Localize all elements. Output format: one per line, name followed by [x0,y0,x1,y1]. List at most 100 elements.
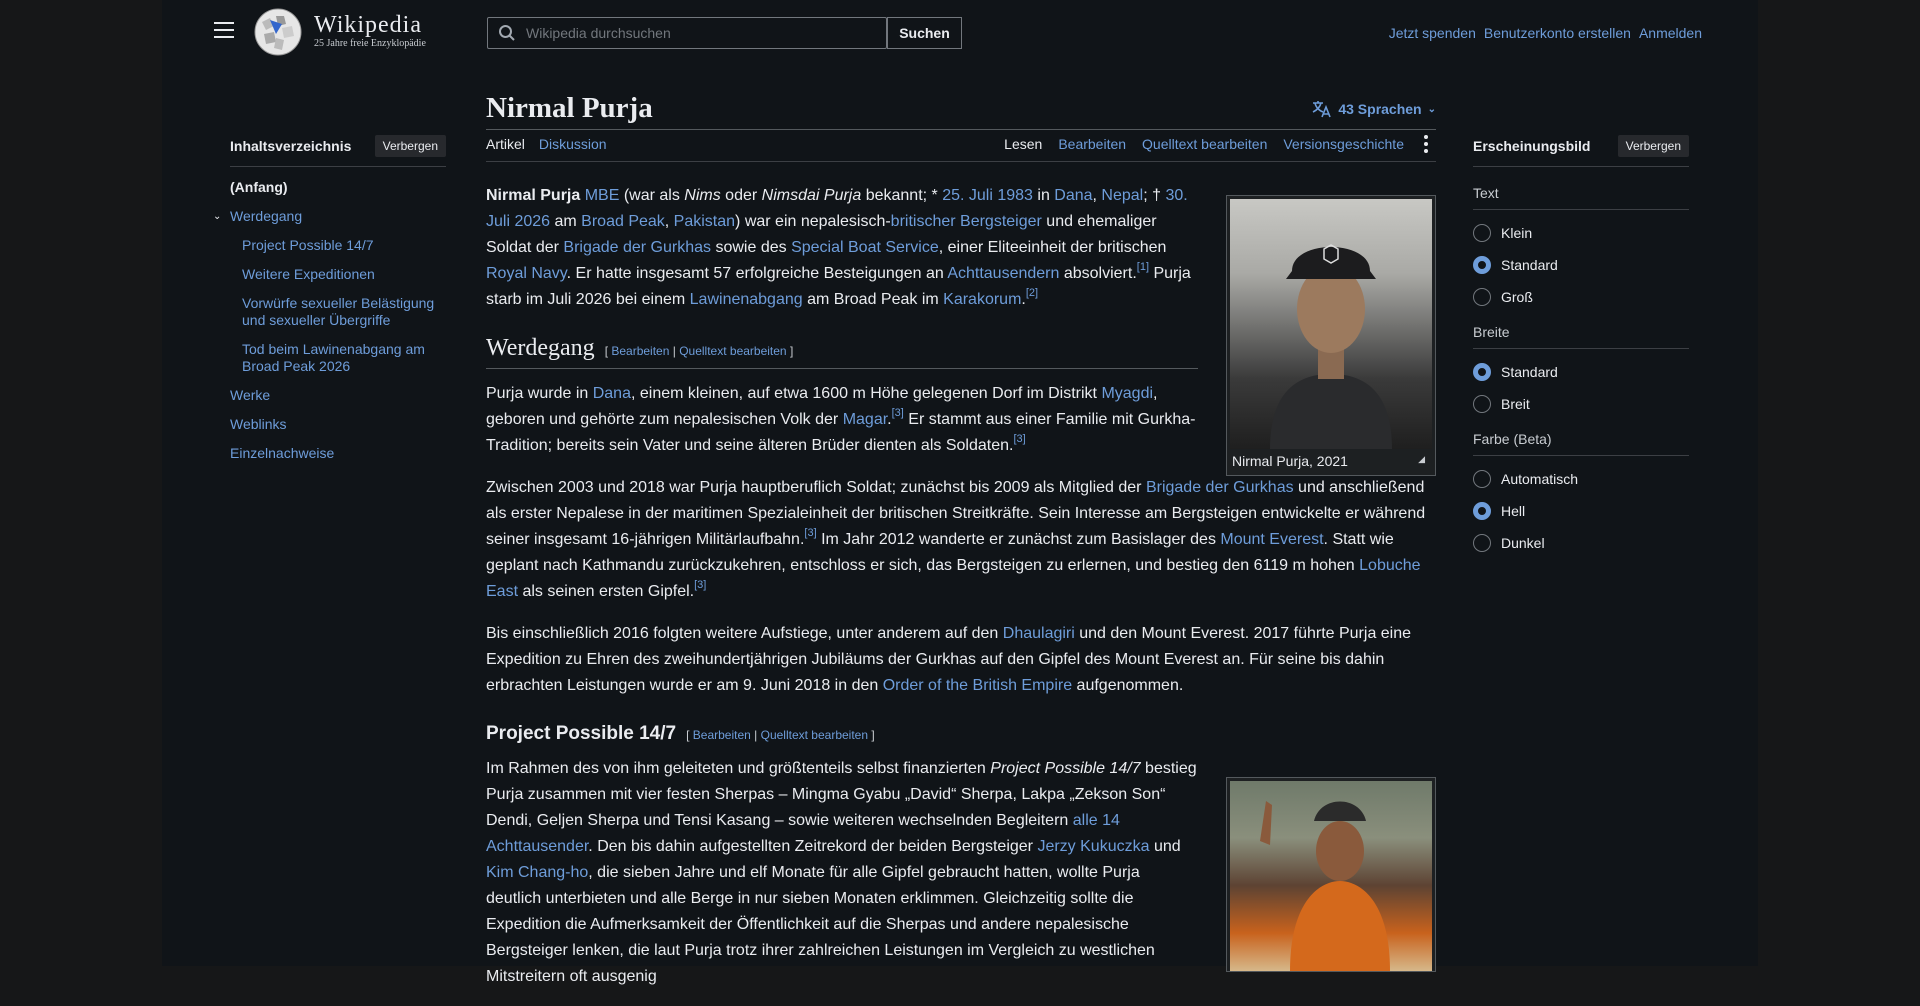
language-button[interactable]: 43 Sprachen ⌄ [1312,100,1436,118]
wordmark[interactable]: Wikipedia [314,12,422,39]
intro-link-royal-navy[interactable]: Royal Navy [486,265,567,282]
ref-3d[interactable]: [3] [694,579,706,591]
intro-link-bergsteiger[interactable]: britischer Bergsteiger [891,213,1042,230]
radio-selected-icon[interactable] [1473,502,1491,520]
toc-link-werdegang[interactable]: Werdegang [230,208,302,224]
radio-width-wide[interactable]: Breit [1473,395,1689,413]
login-link[interactable]: Anmelden [1639,25,1702,41]
intro-t14: . Er hatte insgesamt 57 erfolgreiche Bes… [566,265,948,282]
tab-read[interactable]: Lesen [1004,136,1042,152]
radio-text-large[interactable]: Groß [1473,288,1689,306]
heading-project: Project Possible 14/7 [ Bearbeiten | Quel… [486,721,1436,748]
toc-item-werke[interactable]: Werke [230,387,270,403]
toc-item-tod[interactable]: Tod beim Lawinenabgang am Broad Peak 202… [242,341,425,374]
appearance-hide-button[interactable]: Verbergen [1617,135,1689,157]
toc-item-werdegang[interactable]: ⌄ Werdegang [213,208,446,225]
p4-link-kim[interactable]: Kim Chang-ho [486,864,588,881]
radio-icon[interactable] [1473,224,1491,242]
create-account-link[interactable]: Benutzerkonto erstellen [1484,25,1631,41]
ref-1[interactable]: [1] [1137,261,1149,273]
toc-item-top[interactable]: (Anfang) [230,179,446,196]
kebab-icon[interactable] [1424,135,1428,156]
radio-width-standard[interactable]: Standard [1473,363,1689,381]
toc-header: Inhaltsverzeichnis Verbergen [230,135,446,167]
section-edit-link-2[interactable]: Bearbeiten [693,728,751,742]
intro-link-karakorum[interactable]: Karakorum [943,291,1021,308]
intro-i1: Nims [684,187,721,204]
p3-link-dhaulagiri[interactable]: Dhaulagiri [1003,625,1075,642]
radio-color-dark[interactable]: Dunkel [1473,534,1689,552]
tab-edit[interactable]: Bearbeiten [1058,136,1126,152]
chevron-down-icon: ⌄ [1427,103,1436,115]
radio-selected-icon[interactable] [1473,363,1491,381]
intro-link-lawine[interactable]: Lawinenabgang [690,291,803,308]
p4-t1: Im Rahmen des von ihm geleiteten und grö… [486,760,991,777]
intro-link-dana[interactable]: Dana [1054,187,1092,204]
toc-hide-button[interactable]: Verbergen [374,135,446,157]
radio-label: Klein [1501,225,1533,241]
p1-link-magar[interactable]: Magar [843,411,887,428]
p3-link-obe[interactable]: Order of the British Empire [883,677,1072,694]
intro-link-achttausender[interactable]: Achttausendern [947,265,1059,282]
intro-link-sbs[interactable]: Special Boat Service [791,239,939,256]
intro-link-mbe[interactable]: MBE [585,187,620,204]
toc-item-vorwuerfe[interactable]: Vorwürfe sexueller Belästigung und sexue… [242,295,434,328]
radio-text-standard[interactable]: Standard [1473,256,1689,274]
radio-icon[interactable] [1473,534,1491,552]
intro-t12: sowie des [711,239,792,256]
toc-item-expeditionen[interactable]: Weitere Expeditionen [242,266,375,282]
edit-open-2: [ [686,728,693,742]
werdegang-paragraph-1: Purja wurde in Dana, einem kleinen, auf … [486,381,1198,459]
p2-t5: als seinen ersten Gipfel. [518,583,695,600]
intro-link-broad-peak[interactable]: Broad Peak [581,213,665,230]
radio-icon[interactable] [1473,288,1491,306]
p1-link-dana[interactable]: Dana [593,385,631,402]
ref-2[interactable]: [2] [1026,287,1038,299]
radio-color-light[interactable]: Hell [1473,502,1689,520]
radio-label: Hell [1501,503,1526,519]
p3-t1: Bis einschließlich 2016 folgten weitere … [486,625,1003,642]
search-input[interactable] [526,25,876,41]
intro-link-nepal[interactable]: Nepal [1101,187,1143,204]
menu-icon[interactable] [214,22,234,40]
tab-article[interactable]: Artikel [486,136,525,152]
search-button[interactable]: Suchen [887,17,962,49]
intro-link-gurkhas[interactable]: Brigade der Gurkhas [563,239,711,256]
intro-t15: absolviert. [1059,265,1137,282]
p4-t5: , die sieben Jahre und elf Monate für al… [486,864,1155,985]
chevron-down-icon[interactable]: ⌄ [213,208,221,225]
edit-sep-2: | [750,728,761,742]
article-tabs: Artikel Diskussion Lesen Bearbeiten Quel… [486,135,1436,162]
radio-icon[interactable] [1473,470,1491,488]
section-edit-source-link-2[interactable]: Quelltext bearbeiten [761,728,868,742]
section-edit-source-link[interactable]: Quelltext bearbeiten [679,344,786,358]
toc-item-weblinks[interactable]: Weblinks [230,416,287,432]
search-box[interactable] [487,17,887,49]
ref-3c[interactable]: [3] [804,527,816,539]
intro-link-birth[interactable]: 25. Juli 1983 [942,187,1033,204]
color-label: Farbe (Beta) [1473,431,1689,456]
radio-icon[interactable] [1473,395,1491,413]
tab-discussion[interactable]: Diskussion [539,136,607,152]
p2-link-everest[interactable]: Mount Everest [1220,531,1323,548]
radio-selected-icon[interactable] [1473,256,1491,274]
p4-link-kukuczka[interactable]: Jerzy Kukuczka [1037,838,1149,855]
intro-link-pakistan[interactable]: Pakistan [674,213,735,230]
toc-title: Inhaltsverzeichnis [230,138,352,154]
ref-3b[interactable]: [3] [1013,433,1025,445]
p2-link-gurkhas[interactable]: Brigade der Gurkhas [1146,479,1294,496]
donate-link[interactable]: Jetzt spenden [1389,25,1476,41]
section-edit-link[interactable]: Bearbeiten [611,344,669,358]
radio-text-small[interactable]: Klein [1473,224,1689,242]
p1-link-myagdi[interactable]: Myagdi [1101,385,1153,402]
radio-color-auto[interactable]: Automatisch [1473,470,1689,488]
tab-edit-source[interactable]: Quelltext bearbeiten [1142,136,1267,152]
heading-project-text: Project Possible 14/7 [486,723,677,744]
toc-item-project[interactable]: Project Possible 14/7 [242,237,374,253]
wikipedia-globe-icon[interactable] [252,8,304,56]
ref-3a[interactable]: [3] [892,407,904,419]
intro-t17: am Broad Peak im [802,291,944,308]
toc-item-einzelnachweise[interactable]: Einzelnachweise [230,445,334,461]
page-inner: Wikipedia 25 Jahre freie Enzyklopädie Su… [162,0,1758,985]
tab-history[interactable]: Versionsgeschichte [1283,136,1404,152]
